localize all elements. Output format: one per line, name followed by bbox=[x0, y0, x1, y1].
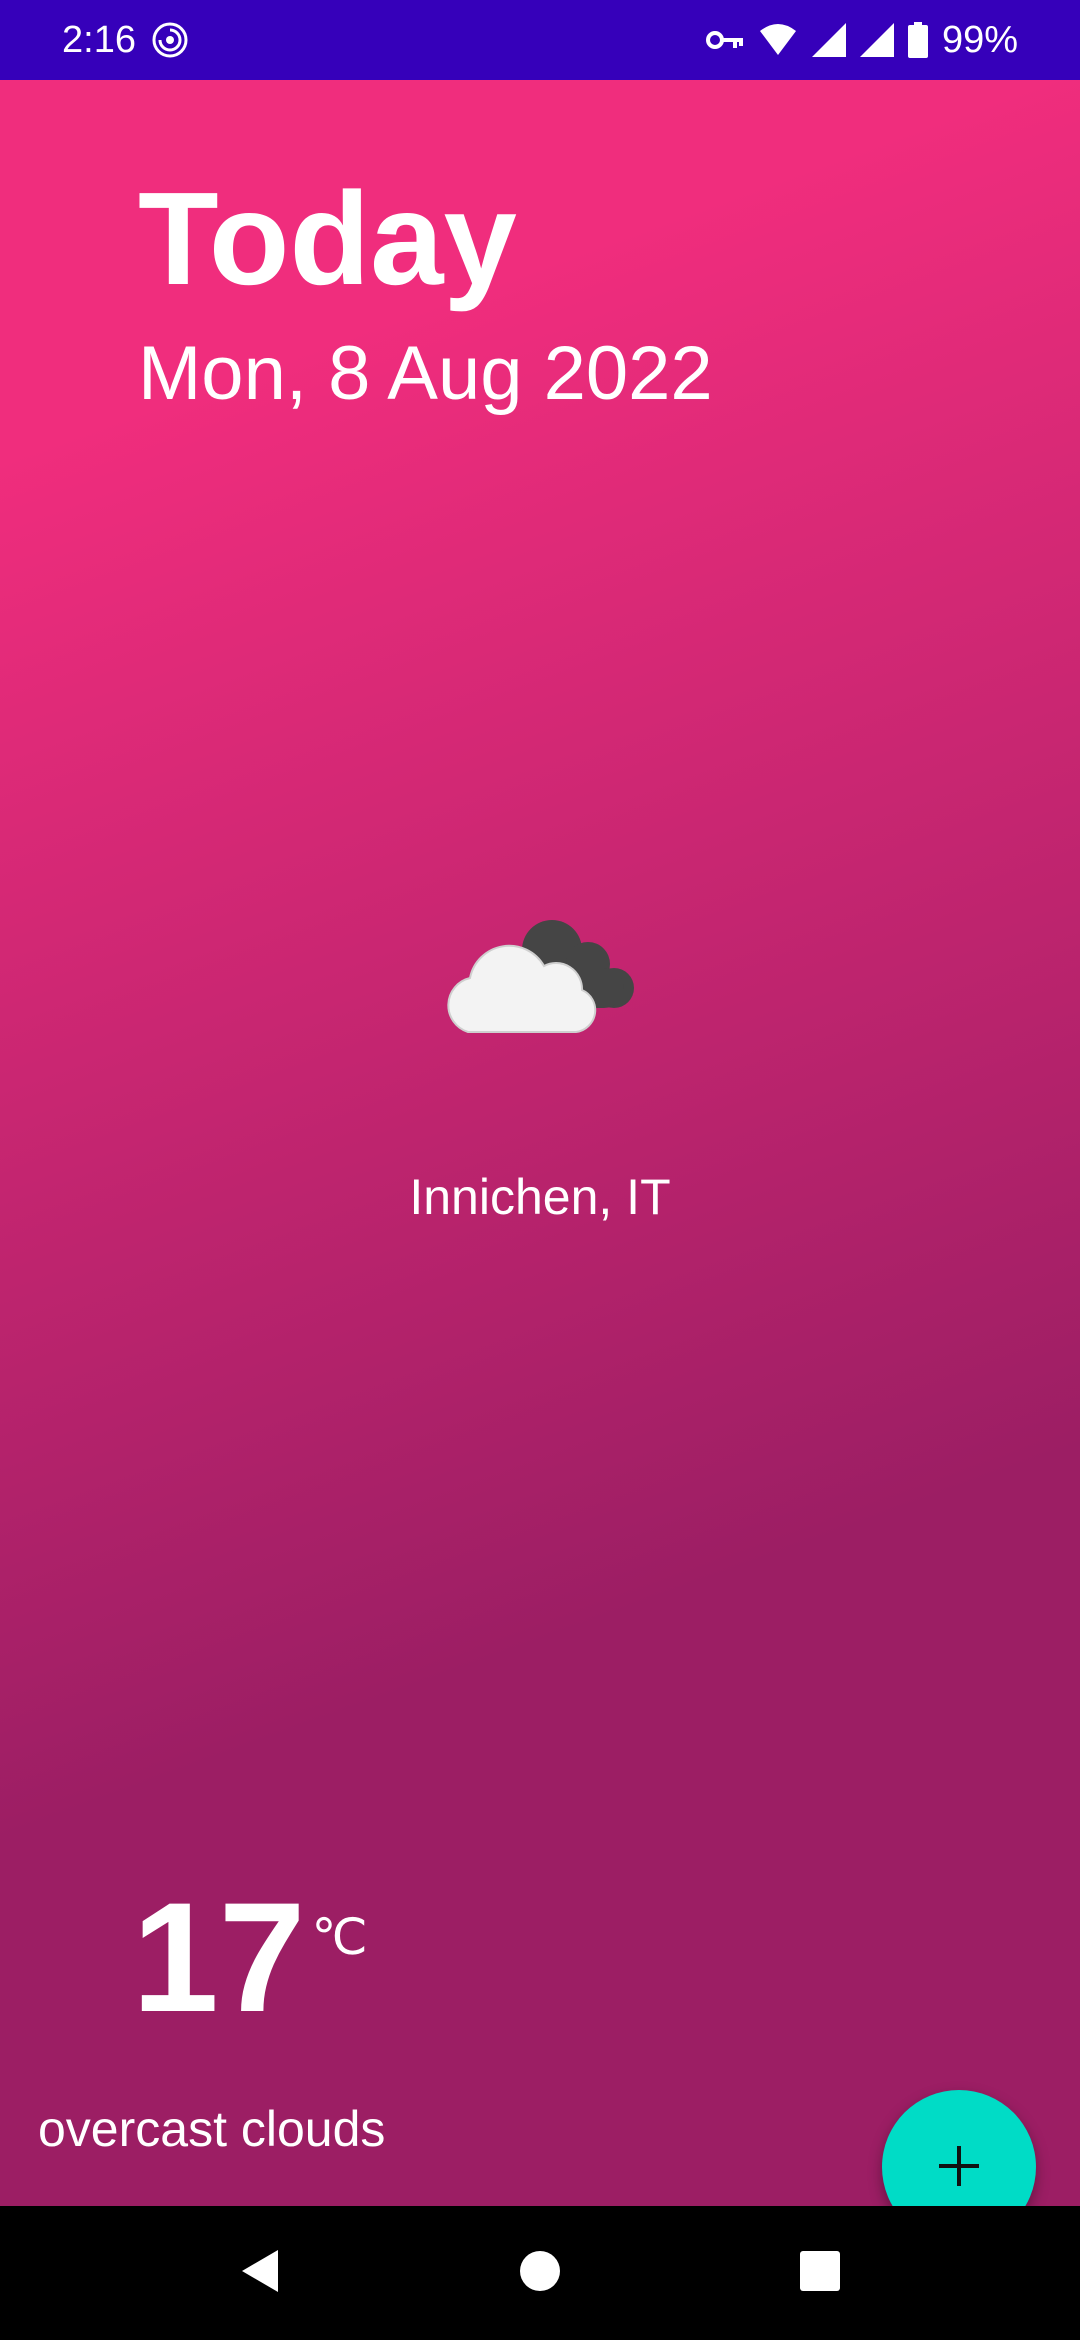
recents-button[interactable] bbox=[770, 2223, 870, 2323]
weather-main: Today Mon, 8 Aug 2022 Innichen, IT 17 ℃ … bbox=[0, 80, 1080, 2206]
navigation-bar bbox=[0, 2206, 1080, 2340]
current-date: Mon, 8 Aug 2022 bbox=[138, 331, 713, 416]
status-right: 99% bbox=[705, 18, 1018, 62]
data-saver-icon bbox=[150, 20, 190, 60]
add-location-button[interactable] bbox=[882, 2090, 1036, 2206]
recents-icon bbox=[799, 2250, 841, 2297]
temperature-unit: ℃ bbox=[311, 1909, 368, 1965]
signal-icon bbox=[859, 23, 894, 57]
home-button[interactable] bbox=[490, 2223, 590, 2323]
status-left: 2:16 bbox=[62, 19, 190, 62]
weather-screen: 2:16 99% Today Mon, 8 Aug 2022 Innichen,… bbox=[0, 0, 1080, 2340]
battery-icon bbox=[907, 22, 928, 58]
plus-icon bbox=[935, 2142, 983, 2193]
back-button[interactable] bbox=[210, 2223, 310, 2323]
status-bar: 2:16 99% bbox=[0, 0, 1080, 80]
overcast-clouds-icon bbox=[440, 908, 640, 1038]
page-title: Today bbox=[138, 165, 517, 312]
status-time: 2:16 bbox=[62, 18, 136, 61]
temperature-value: 17 bbox=[132, 1871, 306, 2045]
signal-icon bbox=[811, 23, 846, 57]
location-label: Innichen, IT bbox=[409, 1169, 671, 1225]
battery-percent: 99% bbox=[941, 18, 1018, 61]
weather-condition: overcast clouds bbox=[38, 2101, 386, 2157]
temperature-display: 17 ℃ bbox=[132, 1880, 368, 2036]
back-icon bbox=[238, 2248, 282, 2299]
vpn-key-icon bbox=[705, 28, 744, 52]
wifi-icon bbox=[758, 23, 798, 57]
home-icon bbox=[518, 2249, 562, 2298]
